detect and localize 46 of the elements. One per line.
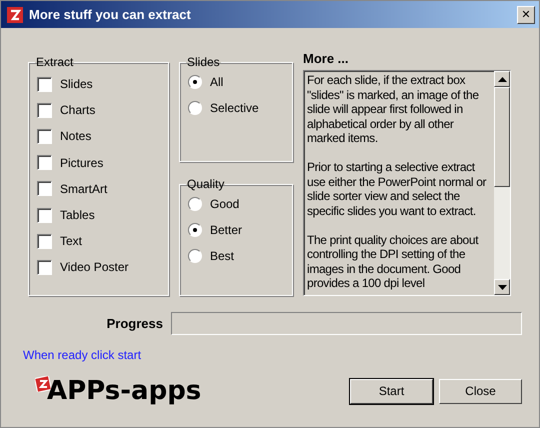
progress-label: Progress xyxy=(106,316,163,331)
checkbox-label[interactable]: Text xyxy=(60,234,82,248)
checkbox-label[interactable]: SmartArt xyxy=(60,182,108,196)
info-text-box[interactable] xyxy=(303,70,511,296)
scroll-down-icon[interactable] xyxy=(494,279,510,295)
radio-button[interactable] xyxy=(188,223,202,238)
checkbox-label[interactable]: Tables xyxy=(60,208,95,222)
checkbox-label[interactable]: Pictures xyxy=(60,156,104,170)
checkbox[interactable] xyxy=(37,128,52,144)
checkbox[interactable] xyxy=(37,102,52,118)
radio-button[interactable] xyxy=(188,101,202,116)
checkbox-label[interactable]: Notes xyxy=(60,129,92,144)
scrollbar[interactable] xyxy=(494,71,510,295)
close-button[interactable]: ✕ xyxy=(517,6,535,24)
group-label: Slides xyxy=(186,55,221,69)
checkbox[interactable] xyxy=(37,208,52,223)
radio-button[interactable] xyxy=(188,75,202,90)
checkbox-label[interactable]: Charts xyxy=(60,103,96,118)
z-logo-icon xyxy=(7,6,23,22)
dialog-button[interactable]: Close xyxy=(439,378,522,404)
radio-label[interactable]: Best xyxy=(210,249,234,264)
logo-text: APPs-apps xyxy=(47,376,202,406)
checkbox[interactable] xyxy=(37,181,52,196)
info-paragraph: The print quality choices are about controlling the DPI setting of the images in the document. Good provides a 100 dpi level xyxy=(307,232,480,290)
hint-text: When ready click start xyxy=(23,348,142,362)
section-heading: More ... xyxy=(303,51,350,66)
scroll-up-icon[interactable] xyxy=(494,71,510,87)
info-paragraph: Prior to starting a selective extract use either the PowerPoint normal or slide sorter view and select the specific slides you want to extract. xyxy=(307,160,488,218)
radio-button[interactable] xyxy=(188,249,202,264)
info-paragraph: For each slide, if the extract box "slides" is marked, an image of the slide will appear first followed in alphabetical order by all other marked items. xyxy=(307,73,480,146)
dialog-button[interactable]: Start xyxy=(350,378,433,404)
radio-label[interactable]: All xyxy=(210,75,224,90)
radio-label[interactable]: Better xyxy=(210,223,242,238)
radio-button[interactable] xyxy=(188,197,202,212)
checkbox-label[interactable]: Video Poster xyxy=(60,260,128,274)
checkbox-label[interactable]: Slides xyxy=(60,77,93,92)
checkbox[interactable] xyxy=(37,155,52,170)
group-label: Quality xyxy=(186,177,226,191)
checkbox[interactable] xyxy=(37,260,52,275)
radio-label[interactable]: Selective xyxy=(210,101,259,116)
group-label: Extract xyxy=(35,55,74,69)
checkbox[interactable] xyxy=(37,234,52,249)
scroll-thumb[interactable] xyxy=(494,87,510,187)
radio-label[interactable]: Good xyxy=(210,197,240,212)
window-title: More stuff you can extract xyxy=(29,7,192,22)
checkbox[interactable] xyxy=(37,76,52,92)
